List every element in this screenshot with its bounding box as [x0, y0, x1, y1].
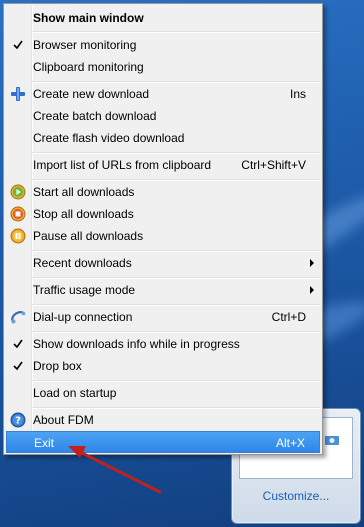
annotation-arrow	[68, 446, 162, 494]
